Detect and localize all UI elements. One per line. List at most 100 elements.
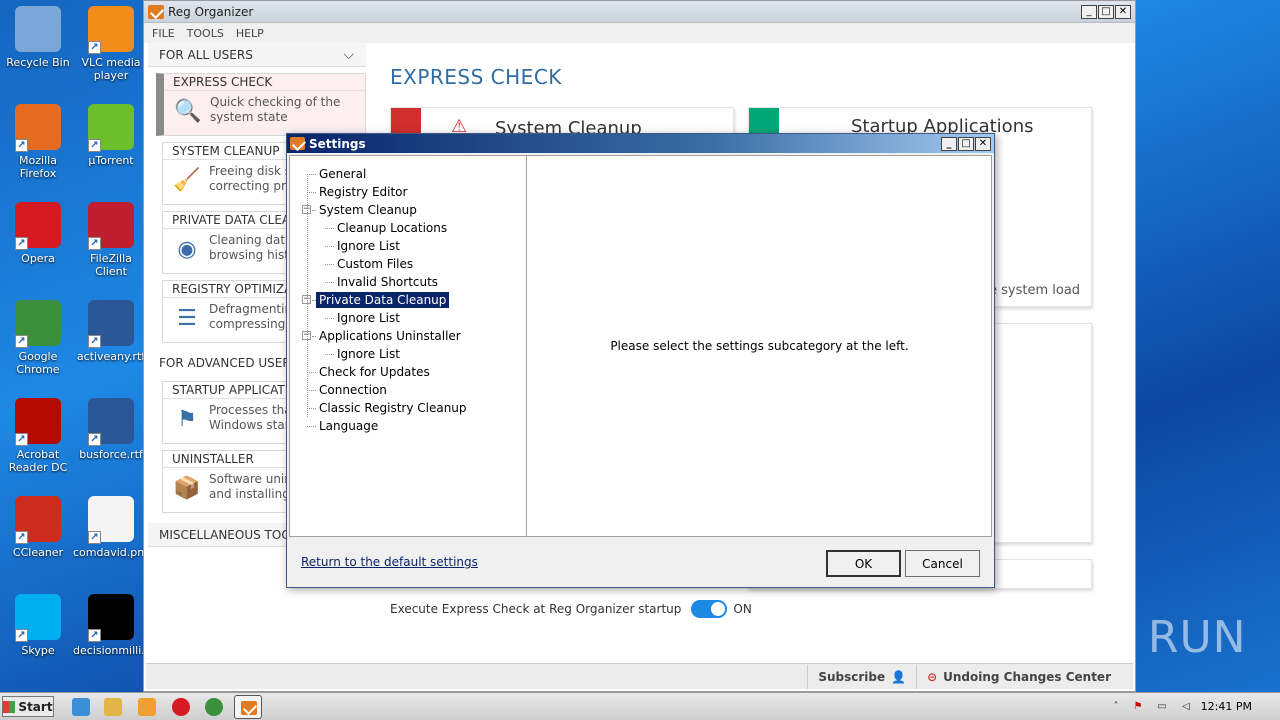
desktop-icon[interactable]: ↗ Google Chrome xyxy=(0,300,76,376)
settings-app-icon xyxy=(290,137,305,150)
tree-node[interactable]: Check for Updates xyxy=(290,363,526,381)
opera-icon: ↗ xyxy=(15,202,61,250)
desktop-icon-label: busforce.rtf xyxy=(79,448,143,461)
reg-organizer-taskbar-icon[interactable] xyxy=(234,695,262,719)
desktop-icon[interactable]: ↗ comdavid.png xyxy=(73,496,152,559)
shortcut-arrow-icon: ↗ xyxy=(88,237,101,250)
tree-node[interactable]: Connection xyxy=(290,381,526,399)
utorrent-icon: ↗ xyxy=(88,104,134,152)
desc-line: Cleaning data xyxy=(209,233,293,247)
tree-node[interactable]: − Applications Uninstaller xyxy=(290,327,526,345)
uninstaller-box-icon: 📦 xyxy=(173,475,201,501)
tray-flag-icon[interactable]: ⚑ xyxy=(1132,701,1144,713)
desktop-icon[interactable]: ↗ Opera xyxy=(0,202,76,265)
settings-title: Settings xyxy=(309,136,366,151)
sidebar-item[interactable]: EXPRESS CHECK 🔍 Quick checking of the syste… xyxy=(156,73,366,136)
private-data-icon: ◉ xyxy=(177,236,197,262)
tree-node[interactable]: Cleanup Locations xyxy=(290,219,526,237)
ie-taskbar-icon[interactable] xyxy=(72,698,90,716)
subscribe-button[interactable]: Subscribe 👤 xyxy=(807,664,916,689)
tree-node[interactable]: − System Cleanup xyxy=(290,201,526,219)
desktop-icon[interactable]: ↗ Mozilla Firefox xyxy=(0,104,76,180)
sidebar-item-title: EXPRESS CHECK xyxy=(164,74,365,91)
desktop-icon-label: comdavid.png xyxy=(73,546,152,559)
minimize-button[interactable]: _ xyxy=(1081,4,1097,19)
desktop-icon[interactable]: ↗ busforce.rtf xyxy=(73,398,149,461)
desktop-icon-label: Skype xyxy=(21,644,55,657)
tray-volume-icon[interactable]: ◁ xyxy=(1180,701,1192,713)
shortcut-arrow-icon: ↗ xyxy=(88,335,101,348)
reset-default-link[interactable]: Return to the default settings xyxy=(301,555,478,569)
tree-node[interactable]: Invalid Shortcuts xyxy=(290,273,526,291)
desktop-icon[interactable]: ↗ FileZilla Client xyxy=(73,202,149,278)
tree-node[interactable]: General xyxy=(290,165,526,183)
express-startup-toggle[interactable] xyxy=(691,600,728,618)
desktop-icon[interactable]: Recycle Bin xyxy=(0,6,76,69)
undo-center-button[interactable]: ⊝ Undoing Changes Center xyxy=(916,664,1133,689)
desc-line: Processes tha xyxy=(209,403,292,417)
tree-node[interactable]: Language xyxy=(290,417,526,435)
tree-node[interactable]: Classic Registry Cleanup xyxy=(290,399,526,417)
settings-close-button[interactable]: ✕ xyxy=(975,136,991,151)
taskbar-clock[interactable]: 12:41 PM xyxy=(1201,700,1252,713)
explorer-taskbar-icon[interactable] xyxy=(104,698,122,716)
menu-tools[interactable]: TOOLS xyxy=(187,27,224,40)
tree-node[interactable]: Ignore List xyxy=(290,345,526,363)
acrobat-icon: ↗ xyxy=(15,398,61,446)
tree-node[interactable]: Registry Editor xyxy=(290,183,526,201)
tray-monitor-icon[interactable]: ▭ xyxy=(1156,701,1168,713)
section-all-users[interactable]: FOR ALL USERS ⌵ xyxy=(148,43,366,67)
desktop-icon-label: µTorrent xyxy=(88,154,134,167)
desktop-icon-label: Recycle Bin xyxy=(6,56,70,69)
opera-taskbar-icon[interactable] xyxy=(172,698,190,716)
settings-minimize-button[interactable]: _ xyxy=(941,136,957,151)
tree-node-label: Invalid Shortcuts xyxy=(337,275,439,289)
black-file-icon: ↗ xyxy=(88,594,134,642)
word-doc-icon: ↗ xyxy=(88,300,134,348)
tree-node[interactable]: Custom Files xyxy=(290,255,526,273)
tree-node-label: Ignore List xyxy=(337,347,400,361)
menu-help[interactable]: HELP xyxy=(236,27,264,40)
menu-file[interactable]: FILE xyxy=(152,27,175,40)
settings-maximize-button[interactable]: □ xyxy=(958,136,974,151)
sidebar-item-body: 🔍 Quick checking of the system state xyxy=(164,91,365,135)
ok-button[interactable]: OK xyxy=(826,550,901,577)
desktop-icon[interactable]: ↗ VLC media player xyxy=(73,6,149,82)
desktop-icon-label: Acrobat Reader DC xyxy=(8,448,68,474)
tree-node-label: Registry Editor xyxy=(319,185,408,199)
tree-node-label: Check for Updates xyxy=(319,365,430,379)
desktop-icon-label: VLC media player xyxy=(81,56,141,82)
app-titlebar[interactable]: Reg Organizer _ □ ✕ xyxy=(144,1,1135,23)
sidebar-item-desc: Quick checking of the system state xyxy=(210,95,340,131)
desc-line: and installing xyxy=(209,487,290,501)
desktop-icon[interactable]: ↗ CCleaner xyxy=(0,496,76,559)
windows-flag-icon xyxy=(3,700,16,713)
close-button[interactable]: ✕ xyxy=(1115,4,1131,19)
tree-node[interactable]: Ignore List xyxy=(290,237,526,255)
cancel-button[interactable]: Cancel xyxy=(905,550,980,577)
tree-node[interactable]: Ignore List xyxy=(290,309,526,327)
tile-startup-subtext: e system load xyxy=(989,283,1081,298)
start-button[interactable]: Start xyxy=(2,696,54,717)
tree-node-label: System Cleanup xyxy=(319,203,417,217)
image-file-icon: ↗ xyxy=(88,496,134,544)
chrome-taskbar-icon[interactable] xyxy=(205,698,223,716)
desktop-icon-label: FileZilla Client xyxy=(90,252,132,278)
media-player-taskbar-icon[interactable] xyxy=(138,698,156,716)
desktop-icon[interactable]: ↗ Acrobat Reader DC xyxy=(0,398,76,474)
tree-node-label: General xyxy=(319,167,367,181)
maximize-button[interactable]: □ xyxy=(1098,4,1114,19)
desktop-icon[interactable]: ↗ Skype xyxy=(0,594,76,657)
desktop-icon[interactable]: ↗ µTorrent xyxy=(73,104,149,167)
tree-node[interactable]: − Private Data Cleanup xyxy=(290,291,526,309)
desktop-icon-label: Opera xyxy=(21,252,55,265)
tray-expand-icon[interactable]: ˄ xyxy=(1110,701,1122,713)
desktop-icon[interactable]: ↗ activeany.rtf xyxy=(73,300,149,363)
statusbar: Subscribe 👤 ⊝ Undoing Changes Center xyxy=(146,663,1133,689)
tree-node-label: Applications Uninstaller xyxy=(319,329,461,343)
filezilla-icon: ↗ xyxy=(88,202,134,250)
user-icon: 👤 xyxy=(891,669,907,684)
express-startup-label: Execute Express Check at Reg Organizer s… xyxy=(390,602,682,616)
desktop-icon[interactable]: ↗ decisionmilli... xyxy=(73,594,152,657)
settings-titlebar[interactable]: Settings _ □ ✕ xyxy=(287,134,994,153)
